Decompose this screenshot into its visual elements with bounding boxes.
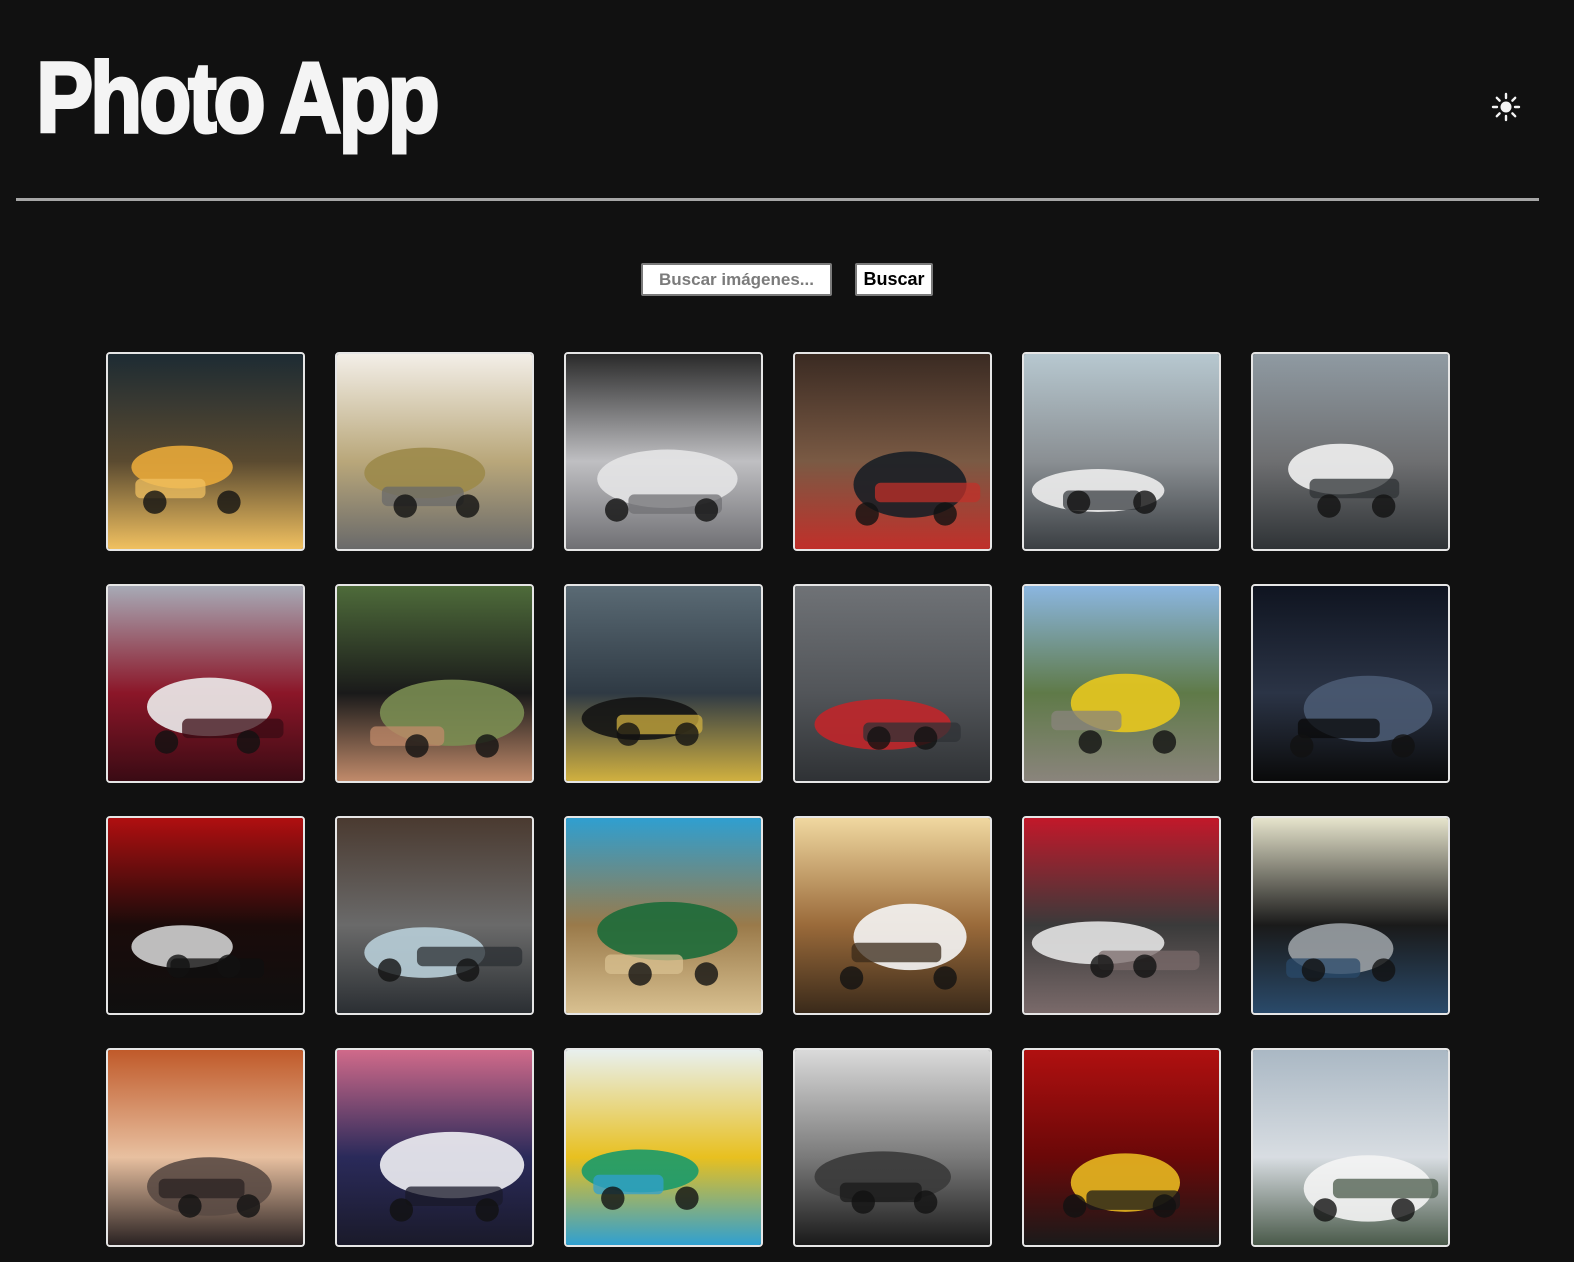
gallery-image-silver-porsche-headlight[interactable]: [564, 352, 763, 551]
search-input[interactable]: [641, 263, 832, 296]
gallery-image-red-cadillac-chrome[interactable]: [1022, 816, 1221, 1015]
photo-thumbnail: [1024, 1050, 1219, 1245]
photo-thumbnail: [337, 1050, 532, 1245]
photo-thumbnail: [1253, 586, 1448, 781]
gallery-image-toy-cars-flatlay[interactable]: [564, 1048, 763, 1247]
gallery-image-green-2cv-landscape[interactable]: [564, 816, 763, 1015]
photo-thumbnail: [1253, 1050, 1448, 1245]
gallery-image-white-mercedes-front[interactable]: [1251, 352, 1450, 551]
image-gallery: [106, 352, 1450, 1247]
gallery-image-classic-red-car-whitewall[interactable]: [106, 584, 305, 783]
photo-thumbnail: [1024, 586, 1219, 781]
gallery-image-city-traffic-night[interactable]: [106, 352, 305, 551]
photo-thumbnail: [1024, 818, 1219, 1013]
sun-icon: [1491, 92, 1521, 122]
photo-thumbnail: [108, 354, 303, 549]
photo-thumbnail: [1253, 354, 1448, 549]
search-button[interactable]: Buscar: [855, 263, 933, 296]
photo-thumbnail: [1024, 354, 1219, 549]
gallery-image-red-mustang-grey-building[interactable]: [793, 584, 992, 783]
photo-thumbnail: [566, 586, 761, 781]
gallery-image-black-and-white-street[interactable]: [793, 1048, 992, 1247]
gallery-image-blue-vw-beetle-street[interactable]: [335, 816, 534, 1015]
gallery-image-cream-classic-grille[interactable]: [1251, 816, 1450, 1015]
gallery-image-yellow-citroen-2cv[interactable]: [1022, 584, 1221, 783]
photo-thumbnail: [108, 818, 303, 1013]
photo-thumbnail: [566, 1050, 761, 1245]
photo-thumbnail: [566, 818, 761, 1013]
gallery-image-mercedes-radio-telescope-wide[interactable]: [1251, 1048, 1450, 1247]
gallery-image-autumn-city-street[interactable]: [106, 1048, 305, 1247]
app-header: Photo App: [16, 0, 1539, 199]
gallery-image-white-peugeot-208-dusk[interactable]: [335, 1048, 534, 1247]
app-title: Photo App: [35, 42, 442, 154]
gallery-image-person-on-car-sunset[interactable]: [793, 816, 992, 1015]
search-form: Buscar: [641, 263, 933, 296]
photo-thumbnail: [108, 1050, 303, 1245]
gallery-image-dodge-challenger-front-red-lights[interactable]: [793, 352, 992, 551]
header-divider: [16, 198, 1539, 201]
theme-toggle-button[interactable]: [1491, 92, 1521, 122]
photo-thumbnail: [108, 586, 303, 781]
photo-thumbnail: [337, 586, 532, 781]
gallery-image-red-classic-headlights[interactable]: [106, 816, 305, 1015]
photo-thumbnail: [566, 354, 761, 549]
gallery-image-vintage-black-car-street[interactable]: [564, 584, 763, 783]
gallery-image-silver-bmw-e30-on-grass[interactable]: [335, 352, 534, 551]
photo-thumbnail: [337, 354, 532, 549]
gallery-image-hands-on-steering-wheel[interactable]: [335, 584, 534, 783]
photo-thumbnail: [795, 586, 990, 781]
photo-thumbnail: [795, 354, 990, 549]
photo-thumbnail: [1253, 818, 1448, 1013]
gallery-image-ferrari-badge[interactable]: [1022, 1048, 1221, 1247]
gallery-image-white-mercedes-radio-telescope[interactable]: [1022, 352, 1221, 551]
photo-thumbnail: [337, 818, 532, 1013]
gallery-image-porsche-dashboard-interior[interactable]: [1251, 584, 1450, 783]
photo-thumbnail: [795, 1050, 990, 1245]
photo-thumbnail: [795, 818, 990, 1013]
